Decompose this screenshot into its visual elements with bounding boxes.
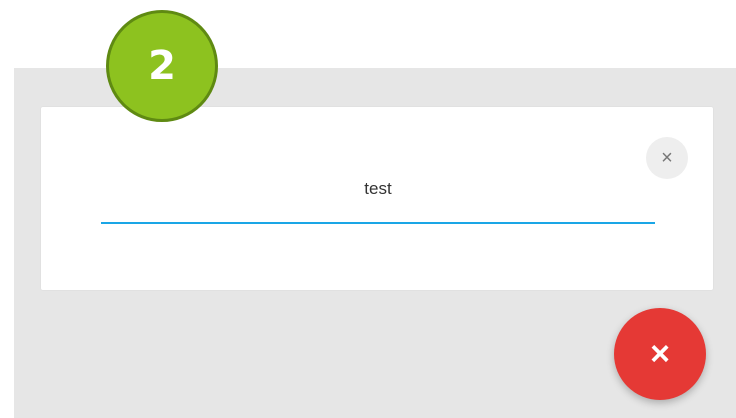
close-icon: ×: [661, 147, 673, 169]
content-panel: × test ×: [14, 68, 736, 418]
text-input-value[interactable]: test: [101, 179, 655, 199]
close-fab-button[interactable]: ×: [614, 308, 706, 400]
input-underline: [101, 222, 655, 224]
step-number-badge: 2: [106, 10, 218, 122]
input-card: × test: [41, 107, 713, 290]
text-field[interactable]: test: [101, 167, 655, 227]
close-icon: ×: [650, 335, 670, 373]
step-number-text: 2: [148, 43, 176, 89]
